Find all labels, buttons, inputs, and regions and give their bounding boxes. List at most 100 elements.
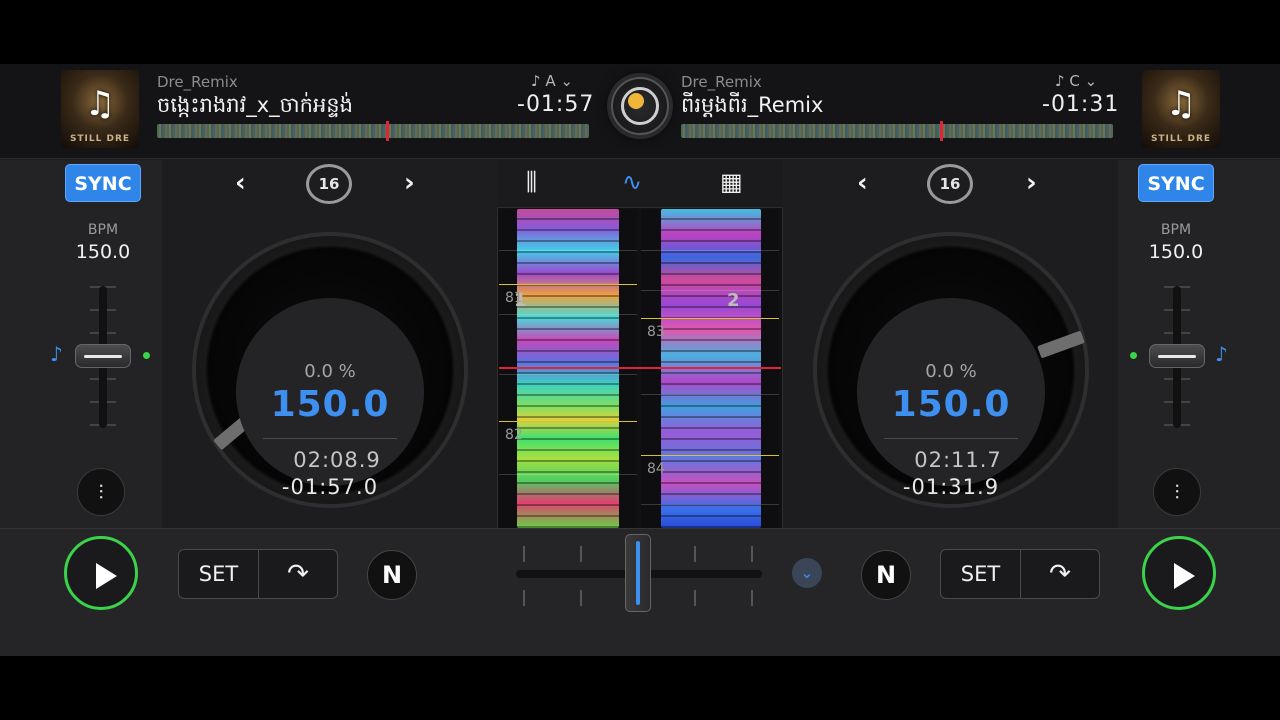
title-left: ចង្កេះរាងរាវ_x_ចាក់អន្ទង់ [157,93,353,117]
album-art-right[interactable]: ♫ STILL DRE [1142,70,1220,148]
bar-number-right: 83 [647,324,665,340]
bar-marker-left [499,284,637,285]
beat-line [499,314,637,315]
elapsed-time-left: 02:08.9 [293,448,381,472]
beat-line [499,250,637,251]
album-caption: STILL DRE [69,134,131,144]
set-cue-button-right[interactable]: SET [941,550,1021,598]
title-right: ពីរម្តងពីរ_Remix [681,93,824,117]
big-bpm-right: 150.0 [891,384,1011,425]
key-label-right: C [1069,72,1080,90]
crossfader-tick [694,590,696,606]
play-button-left[interactable] [64,536,138,610]
sync-button-right[interactable]: SYNC [1138,164,1214,202]
music-note-icon: ♪ [1055,72,1065,90]
cue-group-left: SET ↷ [178,549,338,599]
cue-group-right: SET ↷ [940,549,1100,599]
music-note-icon: ♪ [50,342,63,366]
play-icon [1174,563,1195,589]
key-left[interactable]: ♪ A ⌄ [531,72,573,90]
remaining-header-right: -01:31 [1042,92,1120,117]
bpm-value-right: 150.0 [1148,241,1204,263]
chevron-left-icon[interactable]: ‹ [235,168,246,198]
bpm-label-left: BPM [87,222,119,238]
pitch-center-indicator-left [143,352,150,359]
crossfader-tick [523,590,525,606]
bar-number-left: 81 [505,290,523,306]
waveform-icon[interactable]: ∿ [622,168,642,196]
playhead-line [499,367,781,369]
crossfader-tick [751,590,753,606]
bar-marker-right [641,455,779,456]
neural-mix-button-right[interactable]: N [861,550,911,600]
bpm-value-left: 150.0 [75,241,131,263]
bar-number-right: 84 [647,461,665,477]
music-note-icon: ♫ [84,84,116,124]
track-overview-left[interactable] [157,124,589,138]
bar-marker-right [641,318,779,319]
key-right[interactable]: ♪ C ⌄ [1055,72,1097,90]
beat-line [641,250,779,251]
playhead-marker-left [386,121,389,141]
chevron-down-icon: ⌄ [1084,72,1098,90]
elapsed-time-right: 02:11.7 [914,448,1002,472]
big-bpm-left: 150.0 [270,384,390,425]
music-note-icon: ♪ [1215,342,1228,366]
key-label-left: A [545,72,556,90]
center-knob[interactable] [611,77,669,135]
eq-sliders-icon[interactable]: ⫶ [77,468,125,516]
music-note-icon: ♪ [531,72,541,90]
pads-grid-icon[interactable]: ▦ [720,168,743,196]
center-knob-dot [628,93,644,109]
chevron-right-icon[interactable]: › [1026,168,1037,198]
sync-button-left[interactable]: SYNC [65,164,141,202]
pitch-handle-left[interactable] [75,344,131,368]
beat-line [641,290,779,291]
crossfader-tick [580,546,582,562]
crossfader-tick [694,546,696,562]
loop-jump-icon[interactable]: ↷ [259,550,337,598]
pitch-percent-left: 0.0 % [304,361,356,382]
beat-line [641,504,779,505]
bar-number-left: 82 [505,427,523,443]
remaining-time-left: -01:57.0 [281,475,379,499]
beat-line [641,394,779,395]
artist-right: Dre_Remix [681,73,762,91]
album-art-left[interactable]: ♫ STILL DRE [61,70,139,148]
chevron-down-icon: ⌄ [560,72,573,90]
play-icon [96,563,117,589]
track-overview-right[interactable] [681,124,1113,138]
pitch-handle-right[interactable] [1149,344,1205,368]
bar-marker-left [499,421,637,422]
pitch-percent-right: 0.0 % [925,361,977,382]
beat-line [499,474,637,475]
chevron-right-icon[interactable]: › [404,168,415,198]
music-note-icon: ♫ [1165,84,1197,124]
deck-number-right: 2 [727,290,740,311]
crossfader-tick [523,546,525,562]
crossfader-handle[interactable] [625,534,651,612]
crossfader-tick [580,590,582,606]
beat-line [499,374,637,375]
chevron-left-icon[interactable]: ‹ [857,168,868,198]
loop-button-left[interactable]: 16 [306,164,352,204]
loop-button-right[interactable]: 16 [927,164,973,204]
playhead-marker-right [940,121,943,141]
crossfader-tick [751,546,753,562]
artist-left: Dre_Remix [157,73,238,91]
set-cue-button-left[interactable]: SET [179,550,259,598]
mixer-faders-icon[interactable]: ⫼ [526,168,537,196]
play-button-right[interactable] [1142,536,1216,610]
dj-app: ♫ STILL DRE Dre_Remix ចង្កេះរាងរាវ_x_ចាក… [0,64,1280,656]
divider-right [884,438,1018,439]
neural-mix-button-left[interactable]: N [367,550,417,600]
remaining-header-left: -01:57 [517,92,595,117]
eq-sliders-icon[interactable]: ⫶ [1153,468,1201,516]
pitch-center-indicator-right [1130,352,1137,359]
loop-jump-icon[interactable]: ↷ [1021,550,1099,598]
remaining-time-right: -01:31.9 [902,475,1000,499]
album-caption: STILL DRE [1150,134,1212,144]
divider-left [263,438,397,439]
chevron-down-icon[interactable]: ⌄ [792,558,822,588]
bpm-label-right: BPM [1160,222,1192,238]
